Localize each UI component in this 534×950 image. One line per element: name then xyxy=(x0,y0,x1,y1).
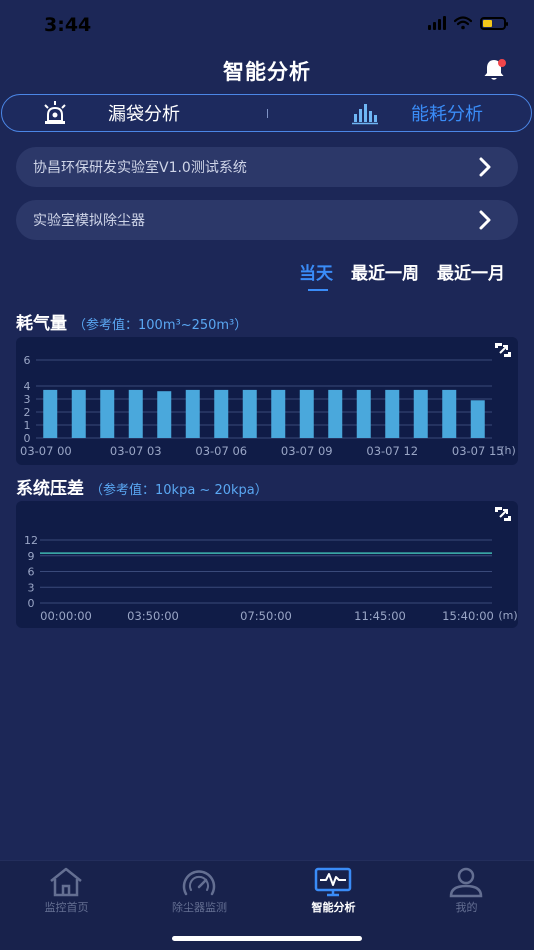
y-tick-label: 6 xyxy=(24,354,31,367)
x-tick-label: 03-07 12 xyxy=(366,444,418,458)
bar xyxy=(71,389,86,438)
chevron-right-icon xyxy=(479,157,491,177)
home-indicator xyxy=(172,936,362,941)
device-selector[interactable]: 实验室模拟除尘器 xyxy=(16,200,518,240)
system-selector[interactable]: 协昌环保研发实验室V1.0测试系统 xyxy=(16,147,518,187)
status-bar: 3:44 xyxy=(0,0,534,50)
pressure-difference-chart: 0 3 6 9 12 00:00:00 03:50:00 07:50:00 11:45:00 15… xyxy=(24,534,518,623)
bar xyxy=(385,389,400,438)
bar xyxy=(185,389,200,438)
x-tick-label: 11:45:00 xyxy=(354,609,406,623)
tab-leak-analysis[interactable]: 漏袋分析 xyxy=(42,95,180,131)
tab-profile-label: 我的 xyxy=(455,901,478,914)
y-tick-label: 3 xyxy=(28,581,35,594)
tab-leak-analysis-label: 漏袋分析 xyxy=(108,104,180,125)
bar xyxy=(271,389,286,438)
y-tick-label: 2 xyxy=(24,406,31,419)
device-selector-label: 实验室模拟除尘器 xyxy=(33,213,145,229)
status-icons xyxy=(428,16,508,30)
gas-consumption-chart: 01234603-07 00 03-07 03 03-07 06 03-07 09 03… xyxy=(20,354,516,458)
bar xyxy=(413,389,428,438)
notification-bell-icon[interactable] xyxy=(480,56,508,84)
gauge-icon xyxy=(182,870,216,896)
energy-chart-icon xyxy=(352,104,378,125)
tab-energy-analysis[interactable]: 能耗分析 xyxy=(352,95,483,131)
monitor-pulse-icon xyxy=(314,867,352,897)
battery-icon xyxy=(480,16,508,30)
y-tick-label: 9 xyxy=(28,550,35,563)
range-tab-week[interactable]: 最近一周 xyxy=(342,259,428,284)
bar xyxy=(356,389,371,438)
tab-smart-analysis-label: 智能分析 xyxy=(311,901,356,914)
x-tick-label: 03-07 15 xyxy=(452,444,504,458)
bar xyxy=(43,389,58,438)
x-tick-label: 03-07 06 xyxy=(195,444,247,458)
y-tick-label: 1 xyxy=(24,419,31,432)
bar xyxy=(214,389,229,438)
gas-title: 耗气量 xyxy=(16,314,67,334)
time-range-tabs: 当天 最近一周 最近一月 xyxy=(290,259,514,291)
bar xyxy=(442,389,457,438)
x-tick-label: 07:50:00 xyxy=(240,609,292,623)
bar xyxy=(100,389,115,438)
header: 智能分析 xyxy=(0,52,534,88)
home-icon xyxy=(50,867,82,897)
x-unit-label: (m) xyxy=(498,609,517,622)
bar xyxy=(328,389,343,438)
x-tick-label: 00:00:00 xyxy=(40,609,92,623)
pressure-section-title: 系统压差 （参考值：10kpa ~ 20kpa） xyxy=(16,474,268,499)
y-tick-label: 3 xyxy=(24,393,31,406)
tab-energy-analysis-label: 能耗分析 xyxy=(411,104,483,125)
bar xyxy=(128,389,143,438)
tab-divider xyxy=(267,109,268,118)
y-tick-label: 0 xyxy=(28,597,35,610)
chevron-right-icon xyxy=(479,210,491,230)
x-unit-label: (h) xyxy=(500,444,516,457)
bar xyxy=(242,389,257,438)
expand-icon[interactable] xyxy=(494,342,512,358)
expand-icon[interactable] xyxy=(494,506,512,522)
tab-home[interactable]: 监控首页 xyxy=(0,861,133,921)
alarm-light-icon xyxy=(44,101,66,124)
status-time: 3:44 xyxy=(44,14,92,36)
gas-chart-card: 0 1 2 3 4 6 03-07 00 03-07 03 03-07 06 03-07 09 03… xyxy=(16,337,518,465)
tab-profile[interactable]: 我的 xyxy=(400,861,533,921)
pressure-chart-card: 0 3 6 9 12 00:00:00 03:50:00 07:50:00 11:45:00 15… xyxy=(16,501,518,628)
tab-collector-monitor-label: 除尘器监测 xyxy=(172,901,227,914)
x-tick-label: 03-07 00 xyxy=(20,444,72,458)
analysis-type-tabs: 漏袋分析 能耗分析 xyxy=(1,94,532,132)
gas-reference: （参考值：100m³~250m³） xyxy=(73,318,248,333)
range-tab-today[interactable]: 当天 xyxy=(290,259,342,291)
user-icon xyxy=(449,867,483,898)
y-tick-label: 6 xyxy=(28,566,35,579)
tab-collector-monitor[interactable]: 除尘器监测 xyxy=(133,861,266,921)
pressure-title: 系统压差 xyxy=(16,479,84,499)
range-tab-month[interactable]: 最近一月 xyxy=(428,259,514,284)
wifi-icon xyxy=(454,16,472,30)
system-selector-label: 协昌环保研发实验室V1.0测试系统 xyxy=(33,160,247,176)
bar xyxy=(299,389,314,438)
page-title: 智能分析 xyxy=(223,60,311,84)
y-tick-label: 4 xyxy=(24,380,31,393)
tab-smart-analysis[interactable]: 智能分析 xyxy=(267,861,400,921)
pressure-reference: （参考值：10kpa ~ 20kpa） xyxy=(90,483,268,498)
x-tick-label: 03-07 03 xyxy=(110,444,162,458)
x-tick-label: 03-07 09 xyxy=(281,444,333,458)
x-tick-label: 15:40:00 xyxy=(442,609,494,623)
tab-home-label: 监控首页 xyxy=(44,901,89,914)
cellular-signal-icon xyxy=(428,16,446,30)
y-tick-label: 12 xyxy=(24,534,38,547)
bar xyxy=(157,391,172,438)
x-tick-label: 03:50:00 xyxy=(127,609,179,623)
gas-section-title: 耗气量 （参考值：100m³~250m³） xyxy=(16,309,247,334)
bar xyxy=(470,400,485,438)
